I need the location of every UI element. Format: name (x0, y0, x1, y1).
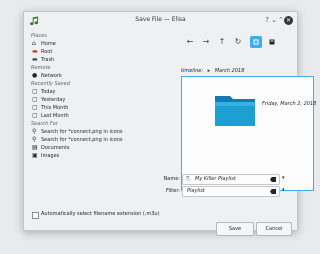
clear-icon[interactable] (270, 177, 276, 182)
places-item-label: Search for *connect.png in icons (41, 129, 123, 135)
save-file-dialog: Save File — Elisa ? ⌄ ⌃ ✕ Places ⌂ Home ▬ Ro… (23, 11, 316, 236)
search-icon: ⚲ (32, 136, 37, 143)
name-input[interactable]: ⎘ My Killer Playlist (182, 174, 280, 185)
name-value: My Killer Playlist (195, 176, 236, 182)
search-icon: ⚲ (32, 128, 37, 135)
detail-view-icon (269, 39, 275, 45)
folder-icon[interactable] (213, 92, 257, 128)
root-folder-icon: ▬ (32, 48, 38, 55)
back-button[interactable]: ← (184, 36, 196, 48)
places-item-label: Last Month (41, 113, 69, 119)
places-item[interactable]: ▤ Documents (31, 144, 151, 152)
forward-button[interactable]: → (200, 36, 212, 48)
title-bar: Save File — Elisa ? ⌄ ⌃ ✕ (24, 12, 297, 30)
places-item[interactable]: ▢ Yesterday (31, 96, 151, 104)
places-section-heading: Recently Saved (31, 81, 70, 87)
places-item-label: Today (41, 89, 56, 95)
breadcrumb: timeline: ▸ March 2018 (181, 68, 244, 74)
places-item-label: Home (41, 41, 56, 47)
places-item[interactable]: ▢ Today (31, 88, 151, 96)
auto-extension-label: Automatically select filename extension … (41, 211, 160, 217)
close-button[interactable]: ✕ (284, 16, 293, 25)
places-item-label: Images (41, 153, 60, 159)
places-item[interactable]: ⌂ Home (31, 40, 151, 48)
breadcrumb-separator-icon: ▸ (207, 68, 211, 74)
reload-button[interactable]: ↻ (232, 36, 244, 48)
places-item-label: Root (41, 49, 53, 55)
filter-input[interactable]: Playlist (182, 186, 280, 197)
places-item[interactable]: ● Network (31, 72, 151, 80)
help-button[interactable]: ? (265, 16, 269, 25)
places-item-label: Trash (41, 57, 55, 63)
places-section-heading: Places (31, 33, 47, 39)
places-item-label: Documents (41, 145, 70, 151)
detail-view-button[interactable] (266, 36, 278, 48)
name-history-dropdown[interactable]: ▾ (282, 174, 285, 183)
icon-view-icon (253, 39, 259, 45)
filter-value: Playlist (187, 188, 205, 194)
places-item[interactable]: ⚲ Search for *connect.png in icons (31, 136, 151, 144)
images-icon: ▣ (32, 152, 38, 159)
icon-view-button[interactable] (250, 36, 262, 48)
filter-label: Filter: (166, 188, 180, 194)
places-item-label: Search for *connect.png in icons (41, 137, 123, 143)
breadcrumb-current[interactable]: March 2018 (215, 68, 245, 74)
places-item-label: This Month (41, 105, 69, 111)
places-item[interactable]: ▣ Images (31, 152, 151, 160)
cancel-button-label: Cancel (265, 226, 283, 232)
up-button[interactable]: ↑ (216, 36, 228, 48)
calendar-icon: ▢ (32, 88, 38, 95)
places-panel: Places ⌂ Home ▬ Root ▬ Trash Remote ● Network Rece… (31, 32, 151, 187)
minimize-button[interactable]: ⌄ (271, 16, 277, 25)
save-button-label: Save (228, 226, 242, 232)
places-item[interactable]: ▢ This Month (31, 104, 151, 112)
window-title: Save File — Elisa (135, 16, 186, 23)
home-icon: ⌂ (32, 40, 36, 47)
places-section-heading: Remote (31, 65, 51, 71)
filter-dropdown[interactable]: ▾ (282, 186, 285, 195)
save-button[interactable]: Save (216, 222, 254, 236)
places-section-heading: Search For (31, 121, 58, 127)
auto-extension-checkbox[interactable] (32, 212, 39, 219)
places-item[interactable]: ▬ Root (31, 48, 151, 56)
clear-icon[interactable] (270, 189, 276, 194)
calendar-icon: ▢ (32, 104, 38, 111)
places-item-label: Network (41, 73, 62, 79)
network-icon: ● (32, 72, 38, 79)
calendar-icon: ▢ (32, 96, 38, 103)
trash-icon: ▬ (32, 56, 38, 63)
places-item[interactable]: ⚲ Search for *connect.png in icons (31, 128, 151, 136)
places-item[interactable]: ▬ Trash (31, 56, 151, 64)
cancel-button[interactable]: Cancel (256, 222, 292, 236)
calendar-icon: ▢ (32, 112, 38, 119)
name-label: Name: (163, 176, 180, 182)
documents-icon: ▤ (32, 144, 38, 151)
folder-name[interactable]: Friday, March 2, 2018 (262, 101, 316, 107)
places-item-label: Yesterday (41, 97, 66, 103)
file-type-icon: ⎘ (186, 176, 191, 182)
places-item[interactable]: ▢ Last Month (31, 112, 151, 120)
breadcrumb-root[interactable]: timeline: (181, 68, 203, 74)
